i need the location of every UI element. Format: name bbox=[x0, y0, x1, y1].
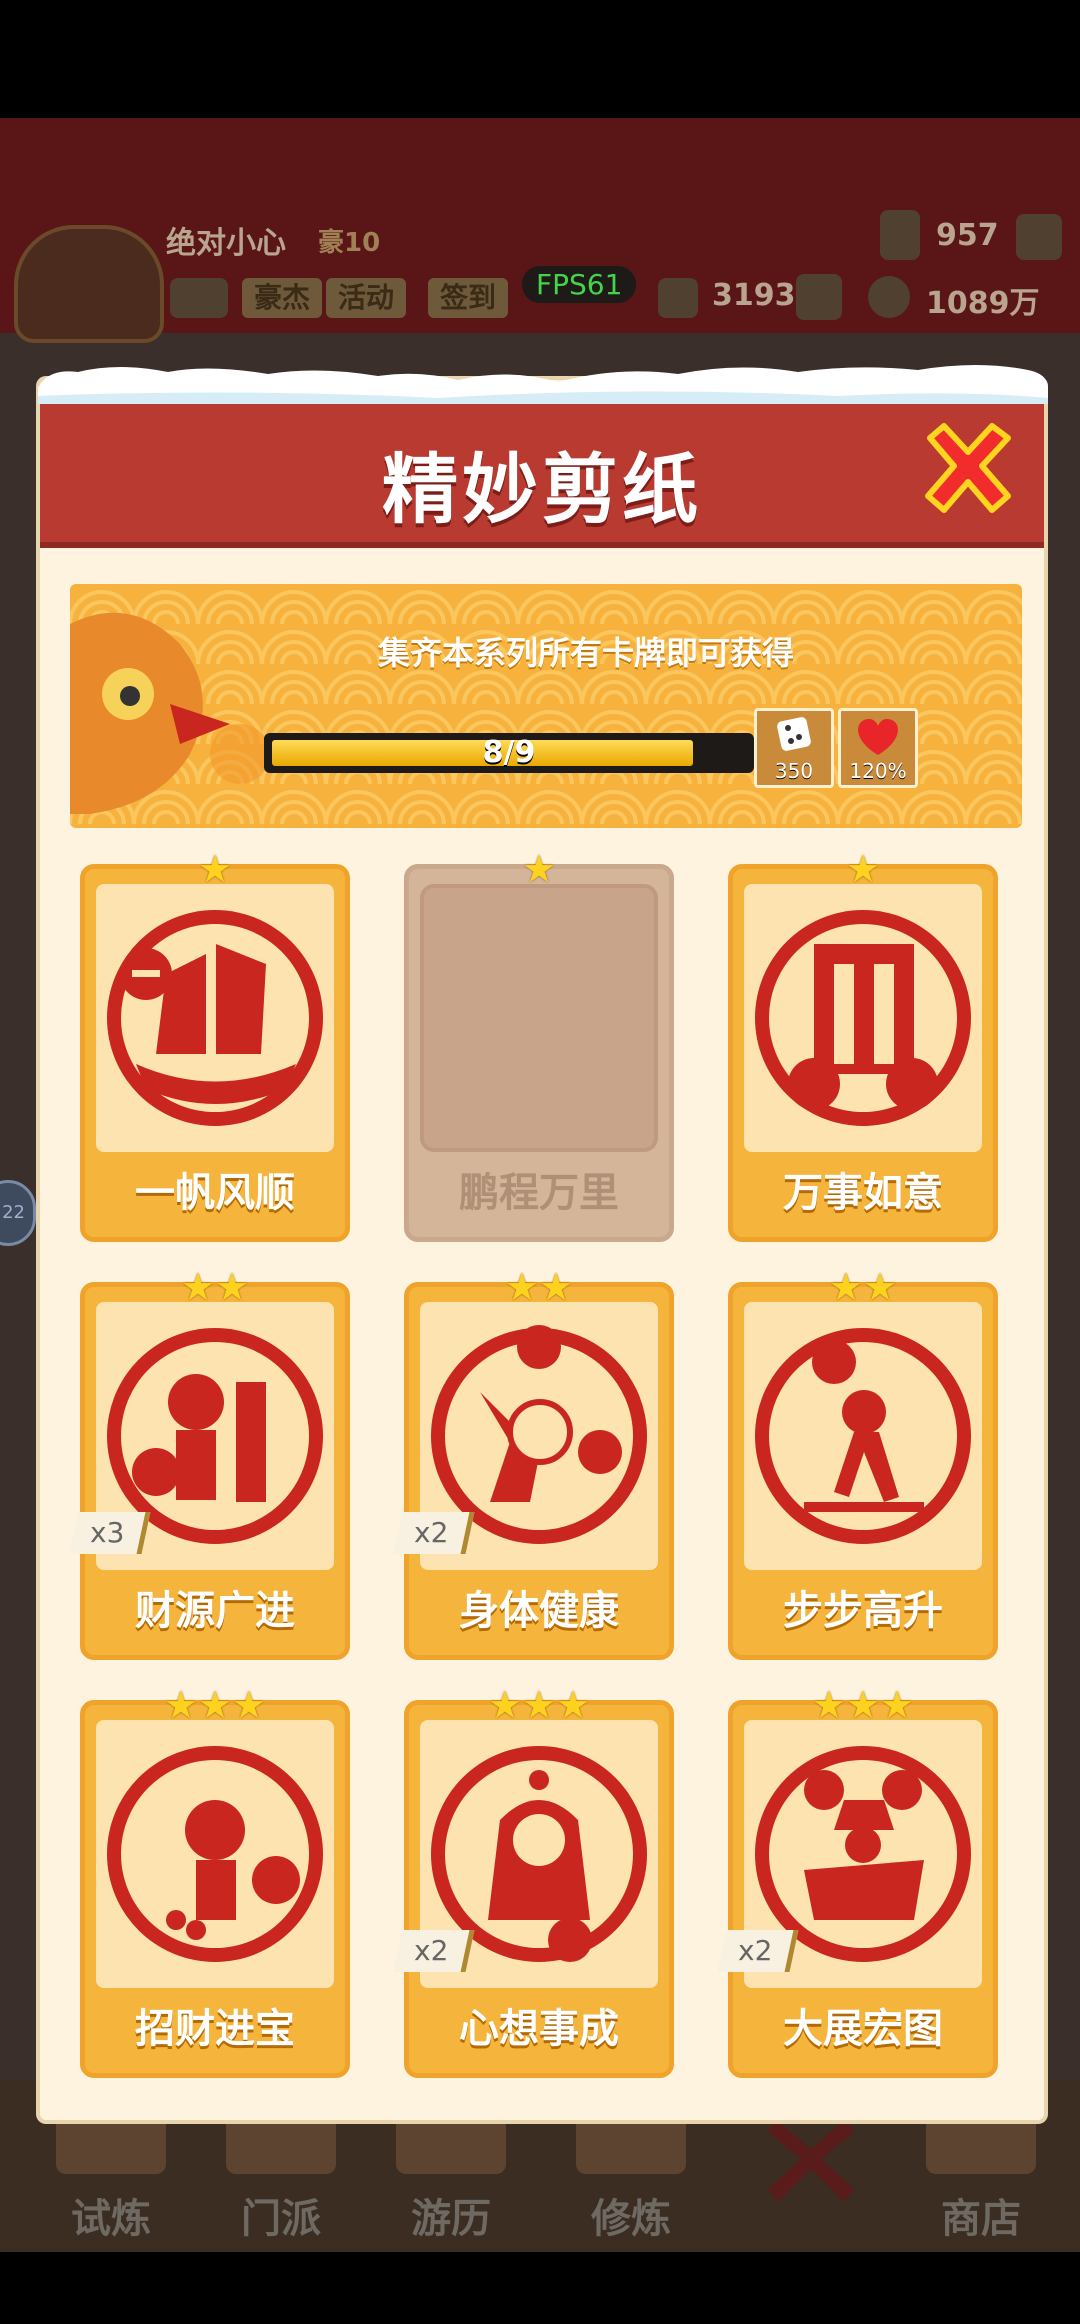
signin-chip[interactable]: 签到 bbox=[428, 278, 509, 318]
card-shentijiankang[interactable]: ★★ x2 身体健康 bbox=[393, 1265, 674, 1660]
fps-counter: FPS61 bbox=[522, 266, 637, 303]
card-yifanfengshun[interactable]: ★ 一帆风顺 bbox=[80, 850, 350, 1242]
progress-text: 8/9 bbox=[482, 735, 536, 770]
close-button[interactable] bbox=[920, 420, 1016, 516]
player-rank: 豪10 bbox=[318, 228, 381, 258]
paper-cut-climbing-figure-icon bbox=[755, 1328, 971, 1544]
close-x-icon bbox=[768, 2119, 854, 2202]
wave-pattern bbox=[70, 584, 1022, 828]
heart-icon bbox=[858, 719, 898, 755]
card-zhaocaijinbao[interactable]: ★★★ 招财进宝 bbox=[80, 1686, 350, 2078]
card-count-badge: x2 bbox=[717, 1930, 799, 1972]
card-count-badge: x2 bbox=[393, 1512, 475, 1554]
card-stars: ★★★ bbox=[487, 1683, 591, 1727]
card-label: 鹏程万里 bbox=[459, 1170, 619, 1216]
card-stars: ★★ bbox=[828, 1265, 898, 1309]
card-pengchengwanli-locked[interactable]: ★ 鹏程万里 bbox=[404, 850, 674, 1242]
reward-dice-value: 350 bbox=[774, 759, 814, 783]
nav-sect[interactable]: 门派 bbox=[196, 2104, 366, 2244]
collection-progress-bar: 8/9 bbox=[264, 733, 754, 773]
card-count-badge: x3 bbox=[69, 1512, 151, 1554]
system-nav-bar bbox=[0, 2252, 1080, 2324]
ticket-icon bbox=[658, 278, 698, 318]
modal-title: 精妙剪纸 bbox=[382, 445, 702, 534]
card-count-badge: x2 bbox=[393, 1930, 475, 1972]
gold-coin-icon bbox=[868, 276, 910, 318]
avatar[interactable] bbox=[14, 225, 164, 343]
card-stars: ★★ bbox=[180, 1265, 250, 1309]
activity-chip[interactable]: 活动 bbox=[326, 278, 407, 318]
modal-header: 精妙剪纸 bbox=[40, 398, 1044, 548]
nav-cultivate[interactable]: 修炼 bbox=[546, 2104, 716, 2244]
card-xinxiangshicheng[interactable]: ★★★ x2 心想事成 bbox=[393, 1683, 674, 2078]
gold-count: 1089万 bbox=[926, 286, 1040, 321]
reward-dice[interactable]: 350 bbox=[754, 708, 834, 788]
ticket-count: 3193 bbox=[712, 278, 796, 313]
card-stars: ★ bbox=[197, 847, 233, 891]
card-stars: ★ bbox=[521, 847, 557, 891]
card-caiyuanguangjin[interactable]: ★★ x3 财源广进 bbox=[69, 1265, 350, 1660]
card-wanshiruyi[interactable]: ★ 万事如意 bbox=[728, 850, 998, 1242]
card-label: 财源广进 bbox=[135, 1588, 295, 1634]
reward-banner bbox=[70, 584, 1022, 828]
player-name: 绝对小心 bbox=[166, 226, 286, 261]
card-label: 招财进宝 bbox=[135, 2006, 295, 2052]
nav-close[interactable] bbox=[726, 2104, 896, 2244]
card-stars: ★★ bbox=[504, 1265, 574, 1309]
add-gem-button[interactable] bbox=[1016, 214, 1062, 260]
reward-heart-value: 120% bbox=[849, 759, 907, 783]
card-label: 万事如意 bbox=[783, 1170, 943, 1216]
snow-decoration bbox=[38, 365, 1048, 404]
paper-cut-sailboat-icon bbox=[107, 910, 323, 1126]
card-label: 心想事成 bbox=[459, 2006, 619, 2052]
gem-icon bbox=[880, 210, 920, 260]
nav-trial[interactable]: 试炼 bbox=[26, 2104, 196, 2244]
card-stars: ★★★ bbox=[811, 1683, 915, 1727]
banner-text: 集齐本系列所有卡牌即可获得 bbox=[377, 634, 794, 672]
mail-icon[interactable] bbox=[170, 278, 228, 318]
card-label: 大展宏图 bbox=[783, 2006, 943, 2052]
gem-count: 957 bbox=[936, 218, 999, 253]
card-dazhanhongtu[interactable]: ★★★ x2 大展宏图 bbox=[717, 1683, 998, 2078]
dice-icon bbox=[777, 717, 811, 751]
nav-travel[interactable]: 游历 bbox=[366, 2104, 536, 2244]
card-bubugaosheng[interactable]: ★★ 步步高升 bbox=[728, 1268, 998, 1660]
paper-cut-treasure-icon bbox=[107, 1746, 323, 1962]
hero-chip[interactable]: 豪杰 bbox=[242, 278, 323, 318]
alert-icon[interactable] bbox=[796, 274, 842, 320]
card-stars: ★★★ bbox=[163, 1683, 267, 1727]
status-bar bbox=[0, 0, 1080, 118]
card-label: 身体健康 bbox=[459, 1588, 619, 1634]
card-label: 一帆风顺 bbox=[135, 1170, 295, 1216]
card-stars: ★ bbox=[845, 847, 881, 891]
nav-shop[interactable]: 商店 bbox=[896, 2104, 1066, 2244]
card-label: 步步高升 bbox=[783, 1588, 943, 1634]
reward-heart[interactable]: 120% bbox=[838, 708, 918, 788]
paper-cut-gate-icon bbox=[755, 910, 971, 1126]
